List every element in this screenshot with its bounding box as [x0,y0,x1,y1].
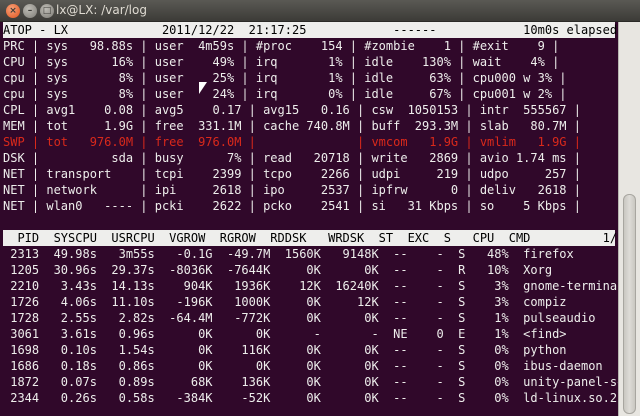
system-stat-line: NET | network | ipi 2618 | ipo 2537 | ip… [3,183,581,197]
process-row: 2344 0.26s 0.58s -384K -52K 0K 0K -- - S… [3,391,618,405]
system-stat-line: DSK | sda | busy 7% | read 20718 | write… [3,151,581,165]
process-row: 1205 30.96s 29.37s -8036K -7644K 0K 0K -… [3,263,553,277]
process-row: 1698 0.10s 1.54s 0K 116K 0K 0K -- - S 0%… [3,343,567,357]
window-titlebar[interactable]: × – □ lx@LX: /var/log [0,0,640,22]
system-stat-line: CPL | avg1 0.08 | avg5 0.17 | avg15 0.16… [3,103,581,117]
close-icon[interactable]: × [6,4,20,18]
system-stat-line: cpu | sys 8% | user 25% | irq 1% | idle … [3,71,567,85]
system-stat-line: PRC | sys 98.88s | user 4m59s | #proc 15… [3,39,560,53]
process-row: 3061 3.61s 0.96s 0K 0K - - NE 0 E 1% <fi… [3,327,567,341]
window-title: lx@LX: /var/log [56,3,147,17]
maximize-icon[interactable]: □ [40,4,54,18]
process-row: 1872 0.07s 0.89s 68K 136K 0K 0K -- - S 0… [3,375,625,389]
minimize-icon[interactable]: – [23,4,37,18]
process-row: 1726 4.06s 11.10s -196K 1000K 0K 12K -- … [3,295,567,309]
process-row: 1686 0.18s 0.86s 0K 0K 0K 0K -- - S 0% i… [3,359,603,373]
system-stat-line: MEM | tot 1.9G | free 331.1M | cache 740… [3,119,581,133]
terminal-scrollbar[interactable] [618,22,640,416]
process-row: 1728 2.55s 2.82s -64.4M -772K 0K 0K -- -… [3,311,596,325]
system-stat-line: NET | transport | tcpi 2399 | tcpo 2266 … [3,167,581,181]
window-controls: × – □ [6,4,54,18]
process-header-bar: PID SYSCPU USRCPU VGROW RGROW RDDSK WRDS… [3,230,632,246]
system-stat-line: NET | wlan0 ---- | pcki 2622 | pcko 2541… [3,199,581,213]
scrollbar-thumb[interactable] [623,194,636,414]
system-stat-line: cpu | sys 8% | user 24% | irq 0% | idle … [3,87,567,101]
system-stat-line: CPU | sys 16% | user 49% | irq 1% | idle… [3,55,560,69]
terminal-content[interactable]: ATOP - LX 2011/12/22 21:17:25 ------ 10m… [3,22,632,406]
process-row: 2210 3.43s 14.13s 904K 1936K 12K 16240K … [3,279,625,293]
mouse-cursor-icon [199,82,207,94]
process-row: 2313 49.98s 3m55s -0.1G -49.7M 1560K 914… [3,247,574,261]
system-stat-line: SWP | tot 976.0M | free 976.0M | | vmcom… [3,135,581,149]
system-stats: PRC | sys 98.88s | user 4m59s | #proc 15… [3,38,615,214]
process-list: 2313 49.98s 3m55s -0.1G -49.7M 1560K 914… [3,246,625,406]
terminal-window: × – □ lx@LX: /var/log ATOP - LX 2011/12/… [0,0,640,416]
atop-header-bar: ATOP - LX 2011/12/22 21:17:25 ------ 10m… [3,22,618,38]
